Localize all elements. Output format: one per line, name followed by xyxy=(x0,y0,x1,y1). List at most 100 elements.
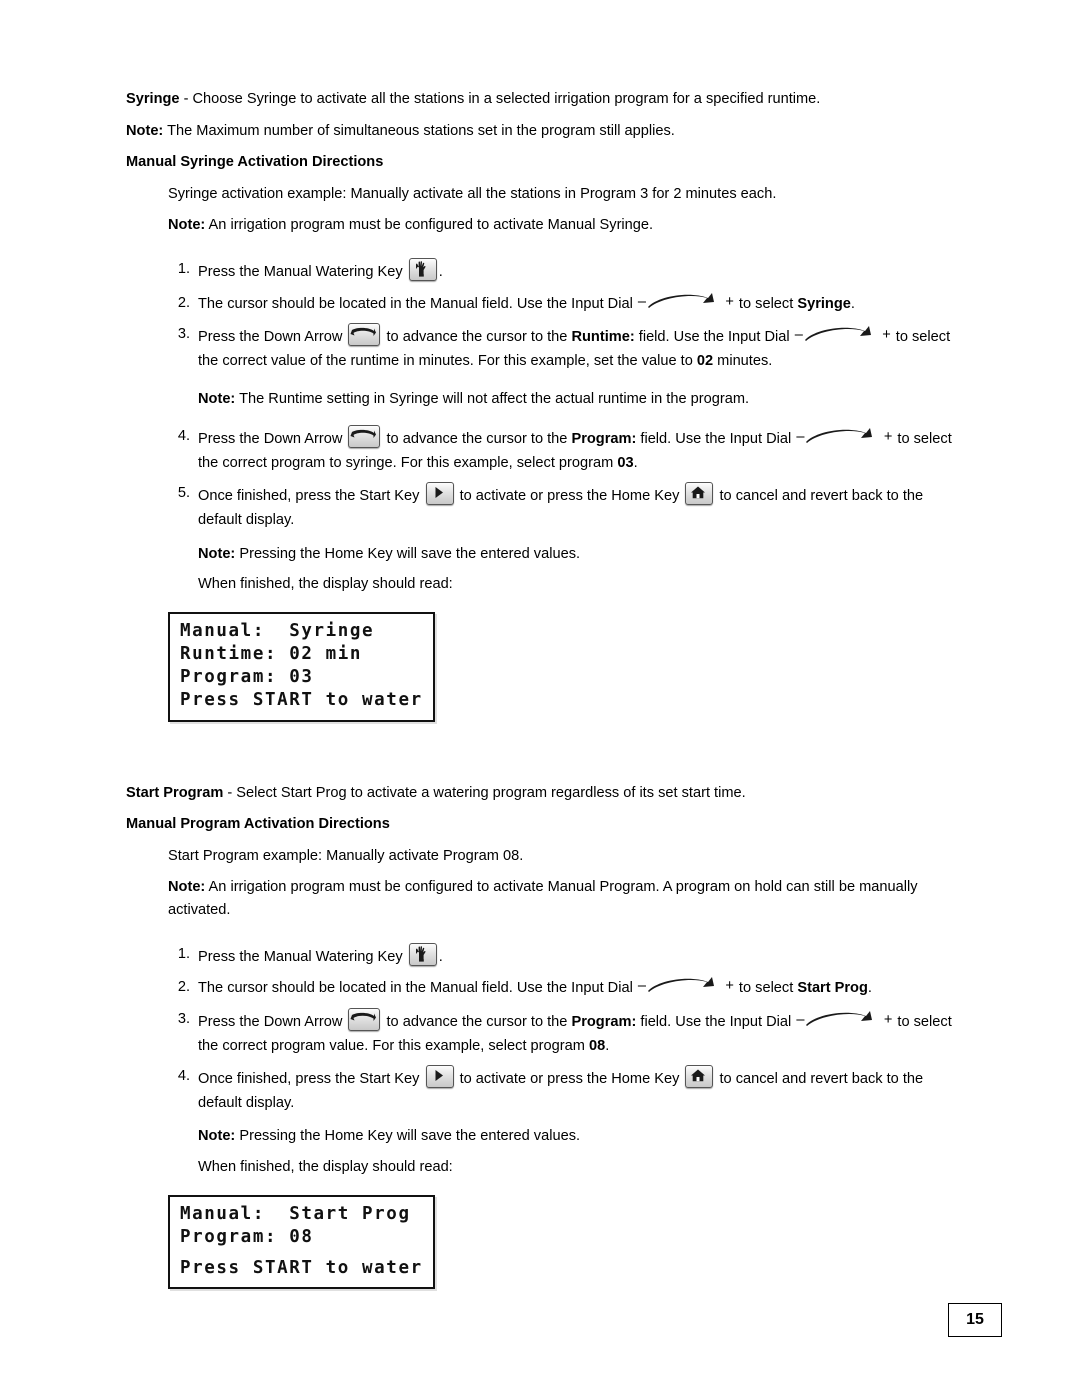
list-item: 4. Once finished, press the Start Key to… xyxy=(168,1065,956,1115)
lcd-line: Program: 08 xyxy=(180,1227,314,1248)
list-number: 4. xyxy=(177,1068,190,1085)
lcd-display-syringe: Manual: Syringe Runtime: 02 min Program:… xyxy=(168,612,435,722)
program-note: Note: An irrigation program must be conf… xyxy=(168,876,956,921)
step-bold-program: Program: xyxy=(571,430,637,447)
input-dial-icon[interactable]: – + xyxy=(638,976,734,996)
start-key-icon[interactable] xyxy=(425,482,454,506)
lcd-line: Press START to water xyxy=(180,1258,423,1279)
program-directions-heading: Manual Program Activation Directions xyxy=(126,813,956,836)
display-lead: When finished, the display should read: xyxy=(198,575,453,592)
start-key-icon[interactable] xyxy=(425,1065,454,1089)
manual-watering-hand-icon[interactable] xyxy=(408,258,437,282)
page-content: Syringe - Choose Syringe to activate all… xyxy=(126,88,956,1290)
list-item: 3. Press the Down Arrow to advance the c… xyxy=(168,1007,956,1058)
list-number: 1. xyxy=(177,261,190,278)
syringe-intro-paragraph: Syringe - Choose Syringe to activate all… xyxy=(126,88,956,111)
lcd-line: Press START to water xyxy=(180,690,423,711)
step-text-mid: to select xyxy=(734,295,798,312)
syringe-note-text: The Maximum number of simultaneous stati… xyxy=(163,122,675,139)
runtime-note-text: The Runtime setting in Syringe will not … xyxy=(235,390,750,407)
step-text: Press the Down Arrow xyxy=(198,430,347,447)
input-dial-icon[interactable]: – + xyxy=(638,292,734,312)
home-key-icon[interactable] xyxy=(685,1065,714,1089)
start-program-intro-rest: - Select Start Prog to activate a wateri… xyxy=(223,784,746,801)
step-text-tail: . xyxy=(850,295,855,312)
lcd-line: Runtime: 02 min xyxy=(180,644,363,665)
step-text: Press the Manual Watering Key xyxy=(198,948,407,965)
step-bold: Start Prog xyxy=(797,980,868,997)
syringe-note2-label: Note: xyxy=(168,217,206,234)
list-number: 1. xyxy=(177,945,190,962)
start-program-intro-bold: Start Program xyxy=(126,784,224,801)
runtime-note-label: Note: xyxy=(198,390,236,407)
step-text: The cursor should be located in the Manu… xyxy=(198,980,637,997)
start-program-intro: Start Program - Select Start Prog to act… xyxy=(126,782,956,805)
step-bold-runtime: Runtime: xyxy=(571,329,635,346)
program-example: Start Program example: Manually activate… xyxy=(168,847,524,864)
step-text-tail: minutes. xyxy=(713,352,773,369)
manual-watering-hand-icon[interactable] xyxy=(408,942,437,966)
syringe-directions-heading: Manual Syringe Activation Directions xyxy=(126,151,956,174)
list-item: 1. Press the Manual Watering Key . xyxy=(168,942,956,970)
list-number: 3. xyxy=(177,326,190,343)
syringe-note2-text: An irrigation program must be configured… xyxy=(205,217,654,234)
step-text: Once finished, press the Start Key xyxy=(198,1071,424,1088)
step-text: Press the Manual Watering Key xyxy=(198,264,407,281)
syringe-intro-rest: - Choose Syringe to activate all the sta… xyxy=(179,91,821,107)
list-item: 4. Press the Down Arrow to advance the c… xyxy=(168,424,956,475)
step-text-mid2: field. Use the Input Dial xyxy=(634,329,794,346)
step-text-mid2: field. Use the Input Dial xyxy=(636,430,796,447)
input-dial-icon[interactable]: – + xyxy=(796,427,892,447)
program-note-label: Note: xyxy=(168,879,206,896)
down-arrow-icon[interactable] xyxy=(348,424,381,448)
down-arrow-icon[interactable] xyxy=(348,1007,381,1031)
home-key-note-label: Note: xyxy=(198,1128,236,1145)
step-text-mid: to activate or press the Home Key xyxy=(455,488,684,505)
runtime-note: Note: The Runtime setting in Syringe wil… xyxy=(198,388,956,411)
syringe-note2: Note: An irrigation program must be conf… xyxy=(168,214,956,237)
program-directions-heading-text: Manual Program Activation Directions xyxy=(126,816,390,833)
list-number: 2. xyxy=(177,294,190,311)
step-text: Press the Down Arrow xyxy=(198,329,347,346)
step-bold-value: 08 xyxy=(588,1037,606,1054)
syringe-intro-bold: Syringe xyxy=(126,91,180,107)
lcd-display-start-prog: Manual: Start Prog Program: 08 Press STA… xyxy=(168,1195,435,1290)
lcd-line-blank xyxy=(180,1249,423,1257)
home-key-icon[interactable] xyxy=(685,482,714,506)
input-dial-icon[interactable]: – + xyxy=(795,325,891,345)
home-key-note: Note: Pressing the Home Key will save th… xyxy=(198,543,956,566)
list-item: 5. Once finished, press the Start Key to… xyxy=(168,482,956,532)
step-text-mid: to advance the cursor to the xyxy=(382,1013,572,1030)
step-text: Once finished, press the Start Key xyxy=(198,488,424,505)
list-item: 1. Press the Manual Watering Key . xyxy=(168,258,956,285)
display-lead: When finished, the display should read: xyxy=(198,1158,453,1175)
lcd-line: Program: 03 xyxy=(180,667,314,688)
list-item: 2. The cursor should be located in the M… xyxy=(168,292,956,317)
input-dial-icon[interactable]: – + xyxy=(796,1010,892,1030)
list-number: 5. xyxy=(177,485,190,502)
page-number: 15 xyxy=(948,1303,1002,1337)
list-number: 2. xyxy=(177,979,190,996)
lcd-line: Manual: Start Prog xyxy=(180,1204,411,1225)
step-text-mid2: field. Use the Input Dial xyxy=(636,1013,796,1030)
step-text-mid: to advance the cursor to the xyxy=(382,329,572,346)
list-item: 2. The cursor should be located in the M… xyxy=(168,976,956,1001)
list-item: 3. Press the Down Arrow to advance the c… xyxy=(168,323,956,373)
list-number: 3. xyxy=(177,1010,190,1027)
syringe-example: Syringe activation example: Manually act… xyxy=(168,185,777,202)
down-arrow-icon[interactable] xyxy=(348,323,381,347)
step-text: The cursor should be located in the Manu… xyxy=(198,295,637,312)
step-text-mid: to activate or press the Home Key xyxy=(455,1071,684,1088)
step-text-tail: . xyxy=(633,454,638,471)
step-text-mid: to advance the cursor to the xyxy=(382,430,572,447)
step-text-tail: . xyxy=(867,980,872,997)
list-number: 4. xyxy=(177,427,190,444)
syringe-directions-heading-text: Manual Syringe Activation Directions xyxy=(126,154,384,171)
step-text-tail: . xyxy=(438,948,443,965)
syringe-note-label: Note: xyxy=(126,122,164,139)
home-key-note-label: Note: xyxy=(198,545,236,562)
step-bold-value: 02 xyxy=(696,352,714,369)
step-text-tail: . xyxy=(438,264,443,281)
home-key-note: Note: Pressing the Home Key will save th… xyxy=(198,1125,956,1148)
home-key-note-text: Pressing the Home Key will save the ente… xyxy=(235,545,581,562)
